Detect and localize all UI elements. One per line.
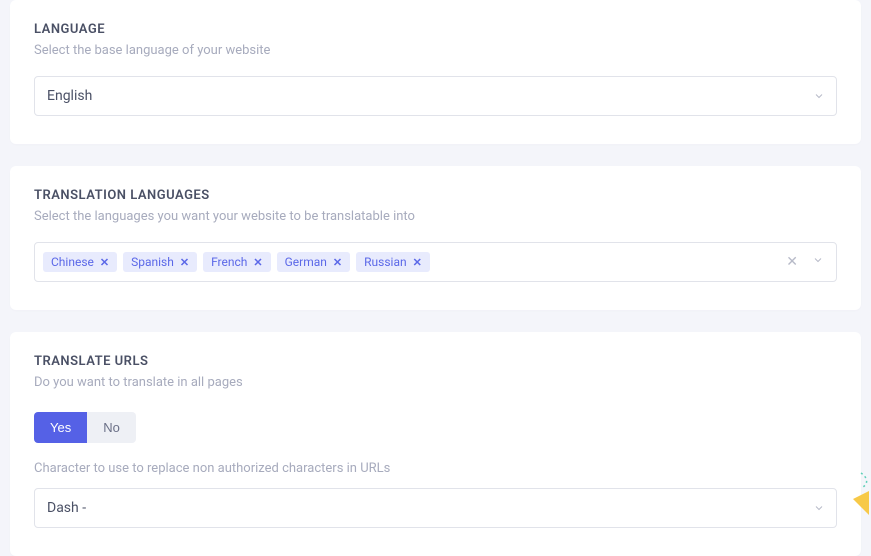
urls-title: TRANSLATE URLS xyxy=(34,354,837,369)
language-desc: Select the base language of your website xyxy=(34,43,837,58)
remove-tag-icon[interactable]: ✕ xyxy=(253,256,262,269)
remove-tag-icon[interactable]: ✕ xyxy=(413,256,422,269)
language-tag-label: French xyxy=(211,255,247,269)
language-tag: German ✕ xyxy=(277,252,351,272)
urls-desc: Do you want to translate in all pages xyxy=(34,375,837,390)
url-char-select[interactable]: Dash - xyxy=(34,488,837,528)
remove-tag-icon[interactable]: ✕ xyxy=(180,256,189,269)
language-tag: Chinese ✕ xyxy=(43,252,117,272)
language-tag-label: Spanish xyxy=(131,255,174,269)
language-tag: French ✕ xyxy=(203,252,271,272)
chevron-down-icon xyxy=(812,254,824,270)
language-card: LANGUAGE Select the base language of you… xyxy=(10,0,861,144)
urls-card: TRANSLATE URLS Do you want to translate … xyxy=(10,332,861,556)
language-tag-label: Russian xyxy=(364,255,406,269)
remove-tag-icon[interactable]: ✕ xyxy=(100,256,109,269)
translation-card: TRANSLATION LANGUAGES Select the languag… xyxy=(10,166,861,310)
translation-title: TRANSLATION LANGUAGES xyxy=(34,188,837,203)
no-button[interactable]: No xyxy=(87,412,136,443)
translate-urls-toggle: Yes No xyxy=(34,412,136,443)
language-tag-label: Chinese xyxy=(51,255,94,269)
translation-multiselect[interactable]: Chinese ✕ Spanish ✕ French ✕ German ✕ Russian ✕ ✕ xyxy=(34,242,837,282)
yes-button[interactable]: Yes xyxy=(34,412,87,443)
language-select[interactable]: English xyxy=(34,76,837,116)
language-tag: Spanish ✕ xyxy=(123,252,197,272)
language-select-value: English xyxy=(47,88,92,104)
url-char-select-wrap: Dash - xyxy=(34,488,837,528)
url-char-select-value: Dash - xyxy=(47,500,86,516)
language-tag: Russian ✕ xyxy=(356,252,430,272)
language-select-wrap: English xyxy=(34,76,837,116)
clear-all-icon[interactable]: ✕ xyxy=(786,254,798,270)
translation-desc: Select the languages you want your websi… xyxy=(34,209,837,224)
remove-tag-icon[interactable]: ✕ xyxy=(333,256,342,269)
url-char-desc: Character to use to replace non authoriz… xyxy=(34,461,837,476)
language-title: LANGUAGE xyxy=(34,22,837,37)
language-tag-label: German xyxy=(285,255,327,269)
